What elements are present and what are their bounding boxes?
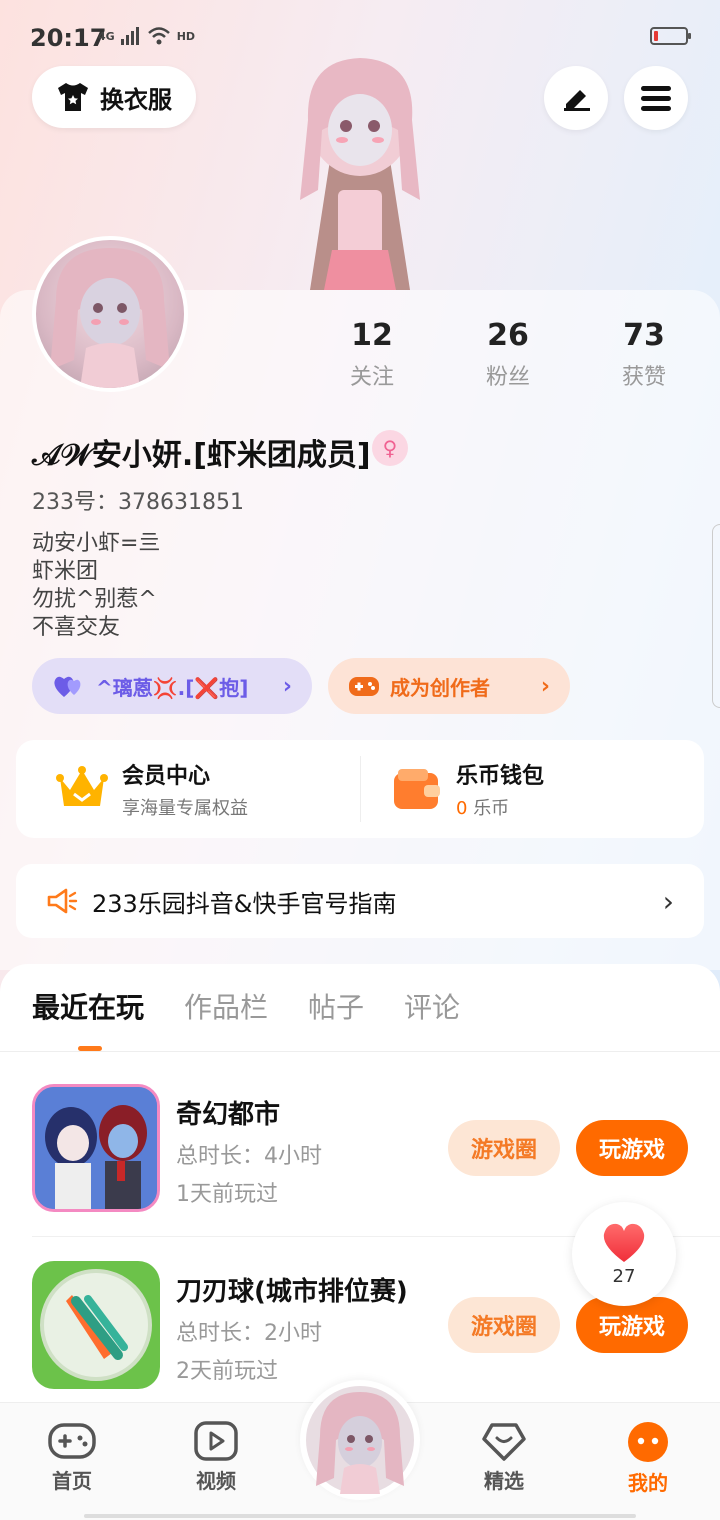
game-circle-button[interactable]: 游戏圈 <box>448 1120 560 1176</box>
nav-avatar-button[interactable] <box>300 1380 420 1500</box>
vip-center-entry[interactable]: 会员中心 享海量专属权益 <box>56 740 248 838</box>
play-game-button[interactable]: 玩游戏 <box>576 1120 688 1176</box>
become-creator-label: 成为创作者 <box>390 675 490 700</box>
diamond-heart-icon <box>482 1423 526 1461</box>
network-label: 4G <box>98 29 115 43</box>
stat-followers[interactable]: 26 粉丝 <box>453 318 563 391</box>
nickname: 𝒜𝒲安小妍.[虾米团成员] <box>32 438 371 473</box>
tab-comments[interactable]: 评论 <box>404 986 460 1026</box>
gamepad-icon <box>349 677 379 696</box>
coin-wallet-title: 乐币钱包 <box>456 764 545 789</box>
hd-label: HD <box>176 29 196 43</box>
wallet-icon <box>394 769 440 809</box>
bio: 动安小虾=亖 虾米团 勿扰^别惹^ 不喜交友 <box>32 530 160 642</box>
megaphone-icon <box>47 888 78 914</box>
menu-button[interactable] <box>624 66 688 130</box>
nav-video-label: 视频 <box>196 1469 236 1493</box>
signal-icon <box>120 27 139 45</box>
wifi-icon <box>147 27 170 45</box>
chevron-right-icon: › <box>540 673 550 699</box>
content-tabs: 最近在玩 作品栏 帖子 评论 <box>32 986 460 1026</box>
heart-icon <box>603 1223 645 1262</box>
chevron-right-icon: › <box>662 884 674 918</box>
game-icon <box>32 1261 160 1389</box>
crown-icon <box>56 766 108 806</box>
change-outfit-label: 换衣服 <box>100 85 172 114</box>
avatar-image <box>306 1386 414 1494</box>
like-count: 27 <box>612 1265 636 1287</box>
vip-center-subtitle: 享海量专属权益 <box>122 798 248 819</box>
nav-home[interactable]: 首页 <box>27 1421 117 1494</box>
bio-line: 动安小虾=亖 <box>32 531 161 556</box>
game-last-played: 1天前玩过 <box>176 1182 278 1207</box>
female-icon: ♀ <box>372 430 408 466</box>
divider <box>360 756 361 822</box>
game-name: 奇幻都市 <box>176 1100 281 1130</box>
coin-unit: 乐币 <box>473 798 510 819</box>
bio-line: 不喜交友 <box>32 615 121 640</box>
battery-icon <box>650 27 691 45</box>
game-art <box>35 1087 157 1209</box>
like-fab[interactable]: 27 <box>572 1202 676 1306</box>
nav-home-label: 首页 <box>52 1469 92 1493</box>
pencil-icon <box>564 90 590 111</box>
followers-count: 26 <box>487 318 529 353</box>
chevron-right-icon: › <box>282 673 292 699</box>
coin-wallet-subtitle: 0 乐币 <box>456 794 544 820</box>
nav-video[interactable]: 视频 <box>171 1421 261 1494</box>
avatar-3d-figure[interactable] <box>270 50 450 290</box>
tabs-divider <box>0 1051 720 1052</box>
shirt-icon <box>58 83 88 111</box>
tab-recently-played[interactable]: 最近在玩 <box>32 986 144 1026</box>
game-name: 刀刃球(城市排位赛) <box>176 1277 408 1307</box>
home-indicator <box>84 1514 636 1518</box>
gamepad-icon <box>48 1423 96 1459</box>
nav-featured-label: 精选 <box>484 1469 524 1493</box>
double-heart-icon <box>54 676 81 697</box>
bio-line: 勿扰^别惹^ <box>32 587 157 612</box>
vip-center-title: 会员中心 <box>122 764 211 789</box>
menu-icon <box>641 86 671 111</box>
family-pill-label: ^璃蒽💢.[❌抱] <box>96 675 249 700</box>
notice-banner[interactable]: 233乐园抖音&快手官号指南 › <box>16 864 704 938</box>
play-icon <box>194 1421 238 1461</box>
following-count: 12 <box>351 318 393 353</box>
bio-line: 虾米团 <box>32 559 99 584</box>
play-game-button[interactable]: 玩游戏 <box>576 1297 688 1353</box>
followers-label: 粉丝 <box>485 365 530 390</box>
game-duration: 总时长：2小时 <box>176 1321 322 1346</box>
user-id[interactable]: 233号：378631851 <box>32 484 244 516</box>
coin-wallet-entry[interactable]: 乐币钱包 0 乐币 <box>392 740 544 838</box>
tab-posts[interactable]: 帖子 <box>308 986 364 1026</box>
game-circle-button[interactable]: 游戏圈 <box>448 1297 560 1353</box>
game-last-played: 2天前玩过 <box>176 1359 278 1384</box>
change-outfit-button[interactable]: 换衣服 <box>32 66 196 128</box>
nav-me[interactable]: 我的 <box>603 1421 693 1496</box>
game-duration: 总时长：4小时 <box>176 1144 322 1169</box>
status-icons: 4G HD <box>98 26 195 46</box>
side-drawer-handle[interactable] <box>712 524 720 708</box>
notice-text: 233乐园抖音&快手官号指南 <box>92 889 397 918</box>
member-wallet-card: 会员中心 享海量专属权益 乐币钱包 0 乐币 <box>16 740 704 838</box>
nav-featured[interactable]: 精选 <box>459 1421 549 1494</box>
following-label: 关注 <box>349 365 394 390</box>
nav-me-label: 我的 <box>628 1471 668 1495</box>
avatar-image <box>50 248 170 388</box>
family-pill-button[interactable]: ^璃蒽💢.[❌抱] › <box>32 658 312 714</box>
game-art <box>32 1261 160 1389</box>
tab-works[interactable]: 作品栏 <box>184 986 268 1026</box>
likes-count: 73 <box>623 318 665 353</box>
game-icon <box>32 1084 160 1212</box>
status-time: 20:17 <box>30 24 107 52</box>
become-creator-button[interactable]: 成为创作者 › <box>328 658 570 714</box>
face-icon <box>628 1422 668 1462</box>
likes-label: 获赞 <box>621 365 666 390</box>
coin-amount: 0 <box>456 798 468 819</box>
avatar[interactable] <box>32 236 188 392</box>
stat-likes[interactable]: 73 获赞 <box>589 318 699 391</box>
edit-profile-button[interactable] <box>544 66 608 130</box>
stat-following[interactable]: 12 关注 <box>317 318 427 391</box>
